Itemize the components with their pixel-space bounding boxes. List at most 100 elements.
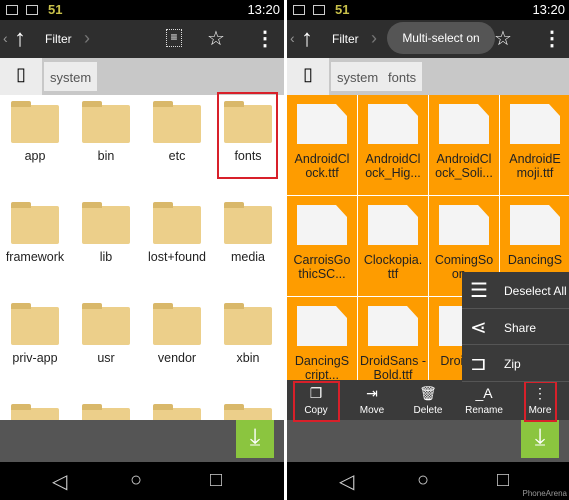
nav-bar: ◁ ○ □	[0, 462, 284, 500]
file-icon	[439, 104, 489, 144]
file-label: AndroidCl ock_Soli...	[435, 152, 493, 180]
folder-item[interactable]: usr	[71, 297, 141, 397]
menu-item-share[interactable]: ⋖ Share	[462, 309, 569, 346]
phone-right: 51 13:20 ‹ ↑ Filter › ≡ ☆ ⋮ ▯ systemfont…	[287, 0, 569, 500]
chevron-right-icon[interactable]: ›	[84, 28, 90, 49]
file-label: AndroidE moji.ttf	[509, 152, 561, 180]
breadcrumb-system[interactable]: system	[331, 62, 385, 91]
more-vert-icon[interactable]: ⋮	[542, 26, 562, 51]
folder-icon	[11, 303, 59, 345]
folder-label: usr	[97, 351, 115, 365]
folder-label: etc	[168, 149, 186, 163]
move-button[interactable]: ⇥ Move	[344, 380, 400, 420]
home-icon[interactable]: ○	[130, 469, 142, 492]
file-item-selected[interactable]: AndroidE moji.ttf	[500, 95, 569, 195]
download-icon[interactable]: ⤓	[236, 420, 274, 458]
file-label: Clockopia. ttf	[363, 253, 423, 281]
chevron-left-icon[interactable]: ‹	[3, 30, 8, 46]
trash-icon: 🗑	[419, 385, 437, 401]
file-icon	[368, 104, 418, 144]
folder-icon	[11, 202, 59, 244]
folder-icon	[153, 101, 201, 143]
menu-item-deselect-all[interactable]: ☰ Deselect All	[462, 272, 569, 309]
folder-icon	[153, 202, 201, 244]
file-icon	[368, 306, 418, 346]
download-icon[interactable]: ⤓	[521, 420, 559, 458]
chevron-right-icon[interactable]: ›	[371, 28, 377, 49]
bottom-bar: ⤓	[0, 420, 284, 462]
file-label: DancingS cript...	[294, 354, 350, 382]
zip-icon: ⊐	[470, 353, 487, 376]
folder-item[interactable]: etc	[142, 95, 212, 195]
file-icon	[439, 205, 489, 245]
file-item-selected[interactable]: AndroidCl ock.ttf	[287, 95, 357, 195]
breadcrumb-system[interactable]: system	[44, 62, 98, 91]
clock: 13:20	[247, 2, 280, 17]
status-bar: 51 13:20	[287, 0, 569, 20]
star-icon[interactable]: ☆	[207, 26, 225, 51]
file-item-selected[interactable]: Clockopia. ttf	[358, 196, 428, 296]
folder-item[interactable]: lib	[71, 196, 141, 296]
filter-button[interactable]: Filter	[332, 32, 359, 46]
folder-item[interactable]: media	[213, 196, 283, 296]
folder-label: app	[24, 149, 46, 163]
highlight-box	[217, 92, 278, 179]
folder-item[interactable]: framework	[0, 196, 70, 296]
move-icon: ⇥	[366, 385, 378, 401]
folder-item[interactable]: lost+found	[142, 196, 212, 296]
notification-count: 51	[335, 2, 350, 17]
file-item-selected[interactable]: CarroisGo thicSC...	[287, 196, 357, 296]
folder-label: media	[230, 250, 266, 264]
folder-item[interactable]: vendor	[142, 297, 212, 397]
file-label: AndroidCl ock.ttf	[294, 152, 350, 180]
more-vert-icon[interactable]: ⋮	[255, 26, 275, 51]
filter-button[interactable]: Filter	[45, 32, 72, 46]
file-icon	[368, 205, 418, 245]
toolbar: ‹ ↑ Filter › ≡ ☆ ⋮	[0, 20, 284, 58]
folder-item[interactable]: xbin	[213, 297, 283, 397]
action-bar: ❐ Copy ⇥ Move 🗑 Delete _A Rename ⋮ More	[287, 380, 569, 422]
folder-icon	[153, 303, 201, 345]
folder-item[interactable]: bin	[71, 95, 141, 195]
notification-count: 51	[48, 2, 63, 17]
folder-icon	[224, 202, 272, 244]
phone-icon[interactable]: ▯	[287, 58, 329, 95]
folder-label: lost+found	[147, 250, 207, 264]
file-icon	[510, 104, 560, 144]
file-icon	[297, 306, 347, 346]
rename-button[interactable]: _A Rename	[456, 380, 512, 420]
delete-button[interactable]: 🗑 Delete	[400, 380, 456, 420]
rename-icon: _A	[475, 385, 493, 401]
folder-label: xbin	[236, 351, 260, 365]
menu-item-zip[interactable]: ⊐ Zip	[462, 345, 569, 382]
folder-item[interactable]: priv-app	[0, 297, 70, 397]
file-label: CarroisGo thicSC...	[293, 253, 351, 281]
list-icon: ☰	[470, 280, 488, 302]
up-arrow-icon[interactable]: ↑	[301, 25, 313, 53]
breadcrumb: ▯ system fonts	[287, 58, 569, 95]
mail-icon	[26, 5, 38, 15]
file-item-selected[interactable]: AndroidCl ock_Soli...	[429, 95, 499, 195]
select-list-icon[interactable]: ≡	[166, 29, 182, 47]
back-icon[interactable]: ◁	[339, 469, 354, 494]
share-icon: ⋖	[470, 316, 487, 339]
watermark: PhoneArena	[522, 489, 567, 498]
clock: 13:20	[532, 2, 565, 17]
star-icon[interactable]: ☆	[494, 26, 512, 51]
recents-icon[interactable]: □	[497, 469, 509, 492]
breadcrumb-fonts[interactable]: fonts	[382, 62, 423, 91]
file-item-selected[interactable]: AndroidCl ock_Hig...	[358, 95, 428, 195]
back-icon[interactable]: ◁	[52, 469, 67, 494]
folder-item[interactable]: app	[0, 95, 70, 195]
file-grid: app bin etc fonts framework lib lost+found medi…	[0, 92, 284, 446]
image-icon	[293, 5, 305, 15]
folder-label: framework	[5, 250, 65, 264]
file-label: AndroidCl ock_Hig...	[365, 152, 421, 180]
recents-icon[interactable]: □	[210, 469, 222, 492]
file-icon	[297, 205, 347, 245]
chevron-left-icon[interactable]: ‹	[290, 30, 295, 46]
up-arrow-icon[interactable]: ↑	[14, 25, 26, 53]
phone-icon[interactable]: ▯	[0, 58, 42, 95]
image-icon	[6, 5, 18, 15]
home-icon[interactable]: ○	[417, 469, 429, 492]
